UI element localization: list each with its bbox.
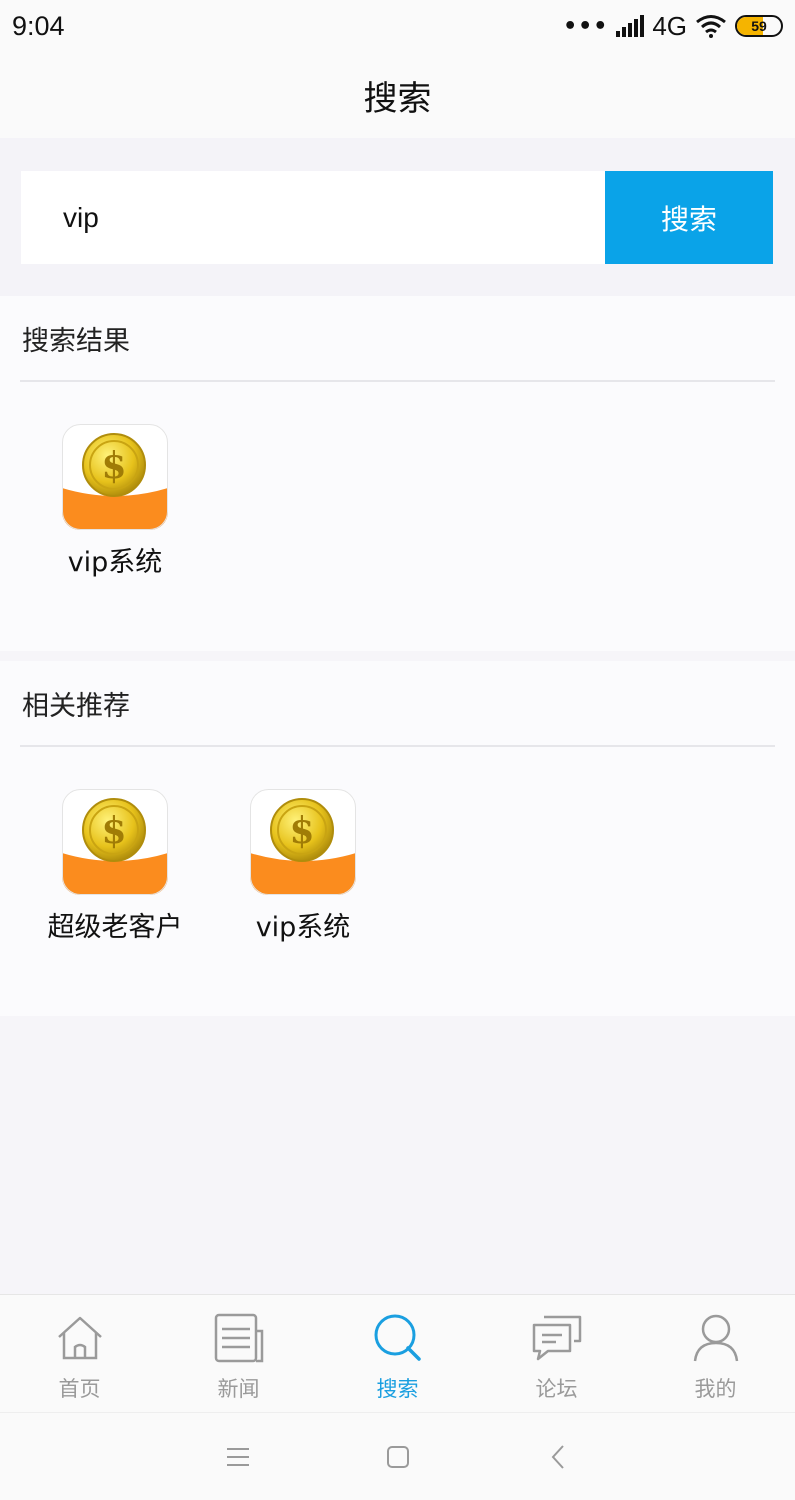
search-button[interactable]: 搜索 <box>605 171 773 264</box>
coin-app-icon: $ <box>62 424 168 530</box>
tab-forum[interactable]: 论坛 <box>477 1295 636 1412</box>
results-grid: $ vip系统 <box>0 382 795 579</box>
search-icon <box>374 1314 421 1361</box>
app-item-vip[interactable]: $ vip系统 <box>21 424 209 579</box>
forum-icon <box>532 1315 581 1361</box>
bottom-tab-bar: 首页 新闻 搜索 论坛 我的 <box>0 1294 795 1412</box>
tab-label: 搜索 <box>376 1377 419 1401</box>
tab-news[interactable]: 新闻 <box>159 1295 318 1412</box>
system-nav-bar <box>0 1412 795 1500</box>
nav-header: 搜索 <box>0 52 795 138</box>
app-item-vip[interactable]: $ vip系统 <box>209 789 397 944</box>
tab-profile[interactable]: 我的 <box>636 1295 795 1412</box>
search-results-section: 搜索结果 $ vip系统 <box>0 296 795 651</box>
tab-label: 我的 <box>694 1377 737 1401</box>
tab-label: 首页 <box>58 1377 101 1401</box>
menu-icon <box>226 1447 249 1466</box>
back-button[interactable] <box>478 1443 638 1471</box>
battery-level: 59 <box>751 18 767 34</box>
app-name: vip系统 <box>67 547 163 578</box>
coin-app-icon: $ <box>62 789 168 895</box>
svg-text:$: $ <box>101 445 126 487</box>
svg-text:$: $ <box>101 810 126 852</box>
app-name: vip系统 <box>255 912 351 943</box>
section-title: 相关推荐 <box>22 690 130 722</box>
search-area: 搜索 <box>0 138 795 296</box>
svg-text:$: $ <box>289 810 314 852</box>
recommend-section: 相关推荐 $ 超级老客户 $ vip系统 <box>0 661 795 1016</box>
home-icon <box>57 1316 102 1360</box>
recommend-grid: $ 超级老客户 $ vip系统 <box>0 747 795 944</box>
search-input[interactable] <box>21 171 605 264</box>
tab-label: 新闻 <box>217 1377 260 1401</box>
search-box: 搜索 <box>21 171 773 264</box>
back-chevron-icon <box>551 1444 564 1469</box>
app-item-super-customer[interactable]: $ 超级老客户 <box>21 789 209 944</box>
tab-search[interactable]: 搜索 <box>318 1295 477 1412</box>
app-name: 超级老客户 <box>47 912 183 943</box>
more-dots-icon: ••• <box>563 13 609 39</box>
network-type: 4G <box>652 10 687 41</box>
menu-button[interactable] <box>158 1446 318 1468</box>
status-time: 9:04 <box>12 10 65 41</box>
battery-icon: 59 <box>735 15 783 37</box>
page-title: 搜索 <box>363 78 432 119</box>
tab-label: 论坛 <box>535 1377 578 1401</box>
section-title: 搜索结果 <box>22 325 130 357</box>
square-icon <box>386 1445 409 1468</box>
profile-icon <box>693 1314 738 1362</box>
status-bar: 9:04 ••• 4G 59 <box>0 0 795 52</box>
home-button[interactable] <box>318 1444 478 1470</box>
news-icon <box>214 1313 263 1363</box>
wifi-icon <box>695 14 727 38</box>
status-indicators: ••• 4G 59 <box>563 11 783 42</box>
tab-home[interactable]: 首页 <box>0 1295 159 1412</box>
coin-app-icon: $ <box>250 789 356 895</box>
signal-icon <box>616 15 645 37</box>
